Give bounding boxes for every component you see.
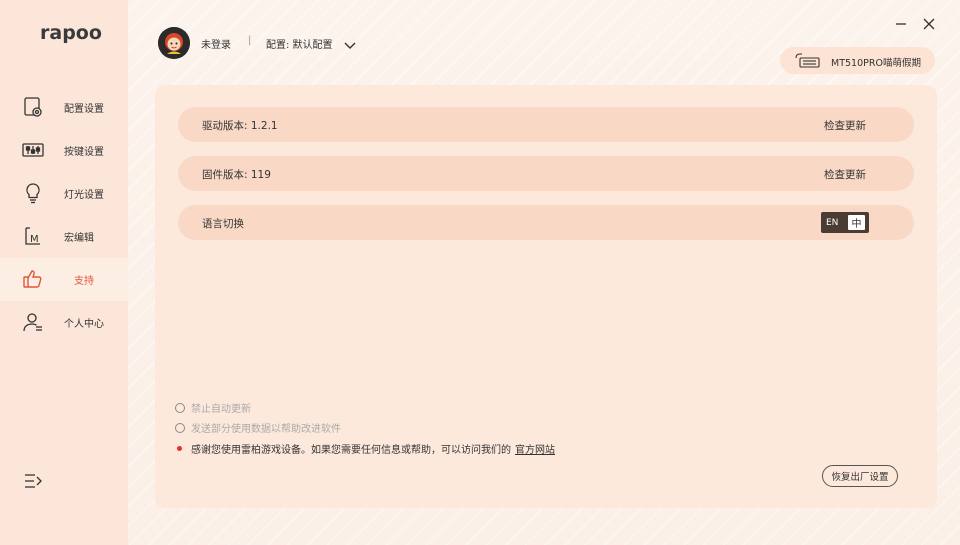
thumbs-up-icon	[22, 268, 44, 290]
close-icon[interactable]	[922, 16, 936, 30]
avatar[interactable]	[158, 27, 190, 59]
language-label: 语言切换	[202, 218, 244, 230]
sidebar-item-label: 支持	[74, 276, 94, 287]
device-name: MT510PRO喵萌假期	[831, 58, 921, 69]
firmware-check-update-button[interactable]: 检查更新	[824, 167, 866, 182]
device-selector[interactable]: MT510PRO喵萌假期	[780, 47, 935, 74]
macro-icon: M	[22, 225, 44, 247]
disable-auto-update-label: 禁止自动更新	[191, 404, 251, 415]
sidebar: rapoo 配置设置 按键设置 灯光设置 M 宏编辑 支持 个人中心	[0, 0, 128, 545]
top-bar: 未登录 | 配置: 默认配置 MT510PRO喵萌假期	[128, 0, 960, 85]
driver-version-label: 驱动版本: 1.2.1	[202, 120, 278, 132]
sidebar-item-label: 配置设置	[64, 104, 104, 115]
language-row: 语言切换 EN 中	[178, 205, 914, 240]
sidebar-item-lighting-settings[interactable]: 灯光设置	[0, 172, 128, 215]
disable-auto-update-radio[interactable]	[175, 402, 185, 413]
send-usage-data-radio[interactable]	[175, 422, 185, 433]
disable-auto-update-option[interactable]: 禁止自动更新	[175, 400, 251, 415]
collapse-menu-icon[interactable]	[22, 470, 44, 492]
sidebar-item-macro-editor[interactable]: M 宏编辑	[0, 215, 128, 258]
support-panel: 驱动版本: 1.2.1 检查更新 固件版本: 119 检查更新 语言切换 EN …	[155, 85, 937, 508]
send-usage-data-label: 发送部分使用数据以帮助改进软件	[191, 424, 341, 435]
lang-en-option[interactable]: EN	[826, 218, 844, 228]
sidebar-nav: 配置设置 按键设置 灯光设置 M 宏编辑 支持 个人中心	[0, 86, 128, 344]
notice-text: 感谢您使用雷柏游戏设备。如果您需要任何信息或帮助，可以访问我们的	[191, 445, 511, 456]
lang-zh-option[interactable]: 中	[848, 215, 865, 230]
settings-profile-icon	[22, 96, 44, 118]
sidebar-item-label: 宏编辑	[64, 233, 94, 244]
profile-select[interactable]: 配置: 默认配置	[266, 36, 333, 51]
chevron-down-icon[interactable]	[344, 36, 356, 49]
sidebar-item-label: 按键设置	[64, 147, 104, 158]
sidebar-item-label: 灯光设置	[64, 190, 104, 201]
firmware-version-row: 固件版本: 119 检查更新	[178, 156, 914, 191]
header-divider: |	[248, 35, 252, 46]
official-website-link[interactable]: 官方网站	[515, 441, 555, 456]
sidebar-item-personal-center[interactable]: 个人中心	[0, 301, 128, 344]
bulb-icon	[22, 182, 44, 204]
language-toggle[interactable]: EN 中	[821, 212, 869, 233]
sidebar-item-label: 个人中心	[64, 319, 104, 330]
send-usage-data-option[interactable]: 发送部分使用数据以帮助改进软件	[175, 420, 341, 435]
brand-logo: rapoo	[40, 22, 102, 44]
driver-check-update-button[interactable]: 检查更新	[824, 118, 866, 133]
sidebar-item-support[interactable]: 支持	[0, 258, 128, 301]
driver-version-row: 驱动版本: 1.2.1 检查更新	[178, 107, 914, 142]
sidebar-item-key-settings[interactable]: 按键设置	[0, 129, 128, 172]
svg-text:M: M	[30, 234, 39, 245]
sidebar-item-profile-settings[interactable]: 配置设置	[0, 86, 128, 129]
minimize-icon[interactable]	[895, 16, 907, 30]
login-status[interactable]: 未登录	[201, 36, 231, 51]
firmware-version-label: 固件版本: 119	[202, 169, 271, 181]
factory-reset-button[interactable]: 恢复出厂设置	[822, 465, 898, 487]
user-icon	[22, 311, 44, 333]
notice-dot-icon	[177, 446, 182, 451]
notice-line: 感谢您使用雷柏游戏设备。如果您需要任何信息或帮助，可以访问我们的 官方网站	[175, 441, 555, 456]
keyboard-icon	[794, 52, 820, 69]
keys-slider-icon	[22, 139, 44, 161]
